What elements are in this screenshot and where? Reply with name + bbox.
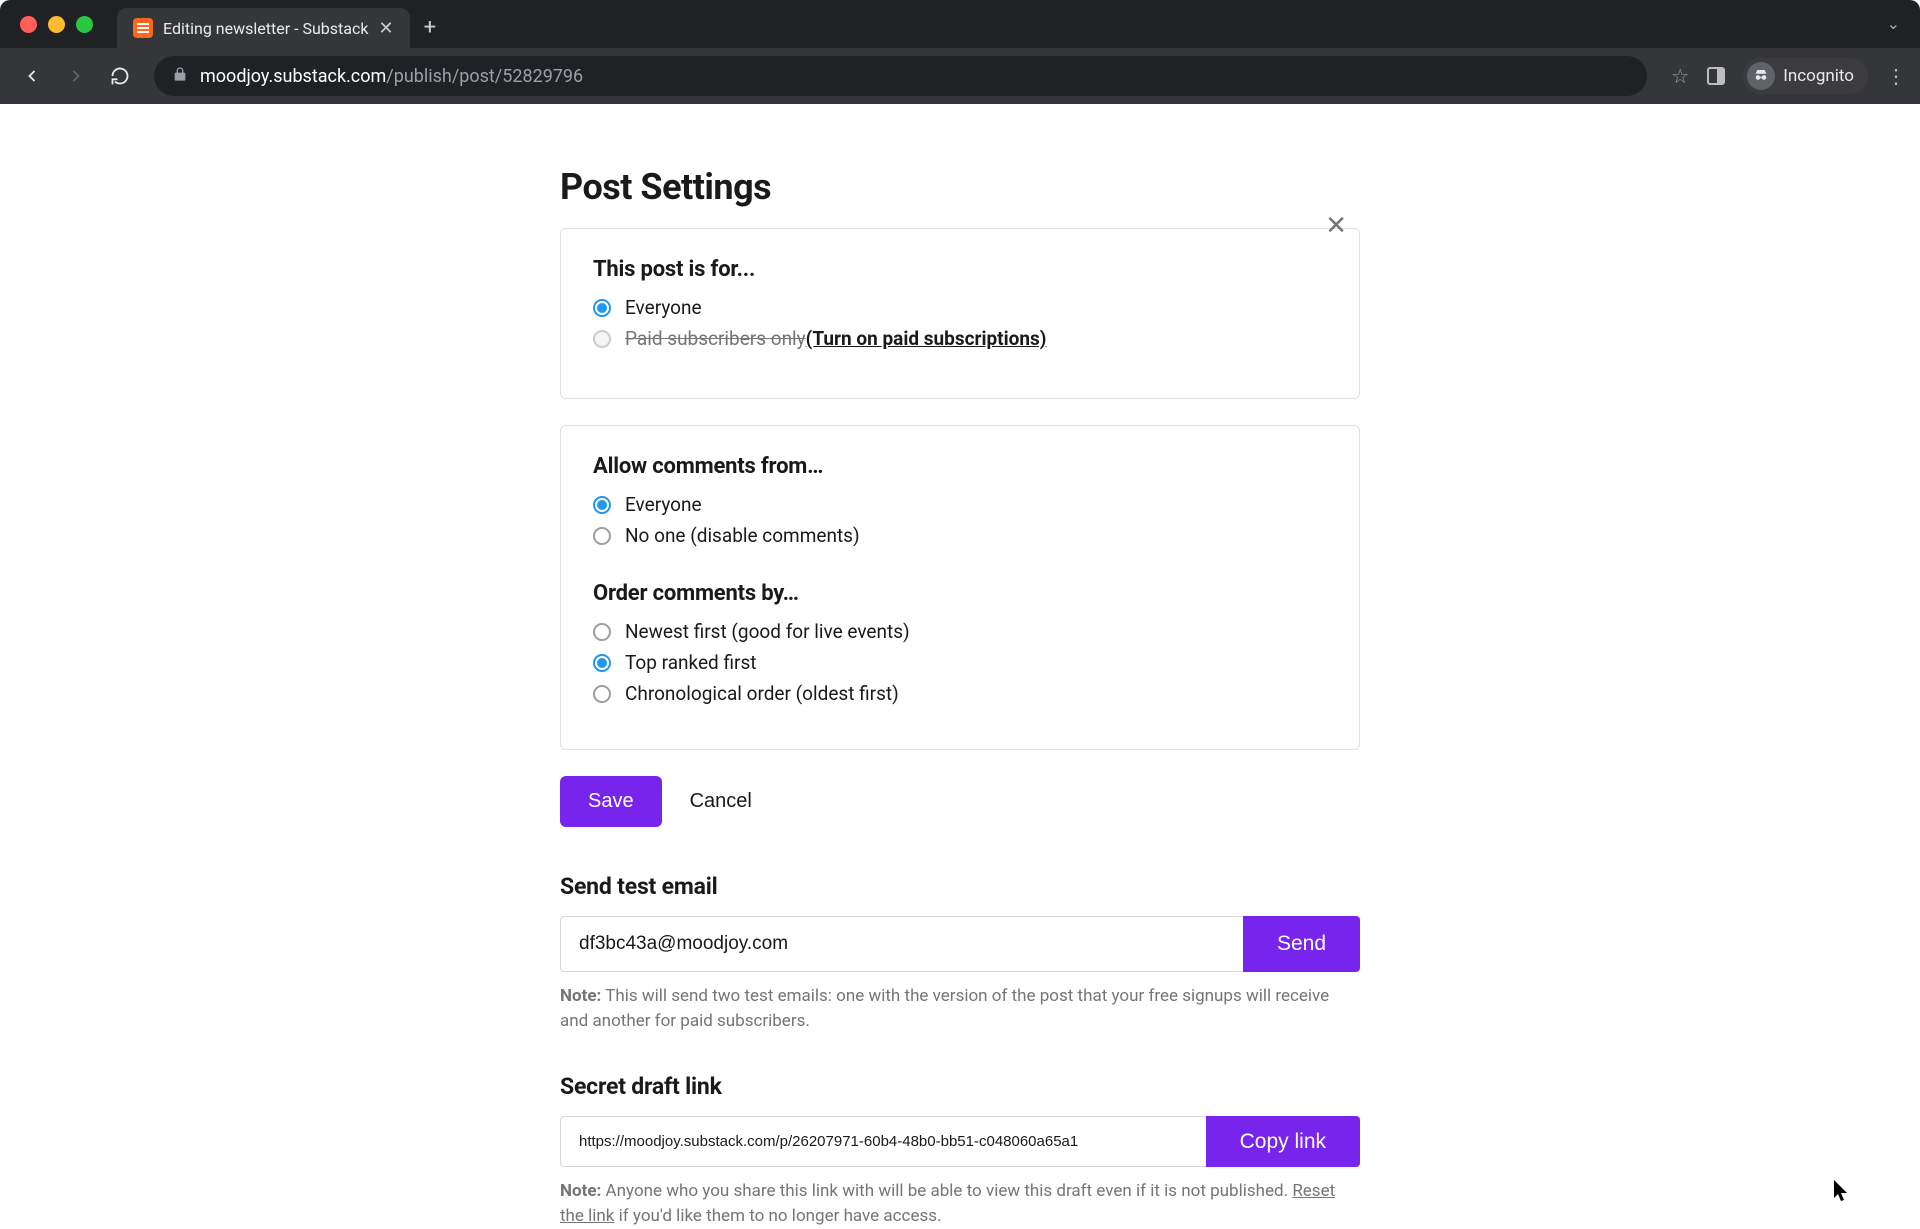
browser-toolbar: moodjoy.substack.com/publish/post/528297… (0, 48, 1920, 104)
secret-link-input[interactable] (560, 1116, 1206, 1167)
page-title: Post Settings (560, 166, 1360, 208)
test-email-row: Send (560, 916, 1360, 972)
side-panel-icon[interactable] (1707, 67, 1725, 85)
order-newest[interactable]: Newest first (good for live events) (593, 620, 1327, 643)
radio-icon (593, 527, 611, 545)
radio-label: No one (disable comments) (625, 524, 860, 547)
tab-strip: Editing newsletter - Substack ✕ + ⌄ (0, 0, 1920, 48)
comments-from-everyone[interactable]: Everyone (593, 493, 1327, 516)
turn-on-paid-link[interactable]: (Turn on paid subscriptions) (806, 327, 1047, 350)
audience-card: ✕ This post is for... Everyone Paid subs… (560, 228, 1360, 399)
radio-icon (593, 623, 611, 641)
radio-label: Chronological order (oldest first) (625, 682, 899, 705)
radio-label-disabled: Paid subscribers only (625, 327, 806, 350)
action-row: Save Cancel (560, 776, 1360, 827)
radio-icon (593, 685, 611, 703)
audience-heading: This post is for... (593, 257, 1327, 282)
lock-icon (172, 66, 188, 86)
incognito-label: Incognito (1783, 66, 1854, 86)
radio-label: Top ranked first (625, 651, 756, 674)
comments-from-heading: Allow comments from… (593, 454, 1327, 479)
page-content: Post Settings ✕ This post is for... Ever… (560, 104, 1360, 1229)
comments-from-noone[interactable]: No one (disable comments) (593, 524, 1327, 547)
radio-label: Everyone (625, 493, 702, 516)
back-button[interactable] (14, 58, 50, 94)
incognito-badge[interactable]: Incognito (1743, 58, 1868, 94)
audience-option-paid[interactable]: Paid subscribers only(Turn on paid subsc… (593, 327, 1327, 350)
radio-label: Newest first (good for live events) (625, 620, 910, 643)
toolbar-right: ☆ Incognito ⋮ (1671, 58, 1906, 94)
order-chrono[interactable]: Chronological order (oldest first) (593, 682, 1327, 705)
tab-close-icon[interactable]: ✕ (378, 18, 393, 39)
radio-icon (593, 299, 611, 317)
secret-link-heading: Secret draft link (560, 1073, 1360, 1100)
forward-button[interactable] (58, 58, 94, 94)
window-close-button[interactable] (20, 16, 37, 33)
radio-icon (593, 330, 611, 348)
close-settings-button[interactable]: ✕ (1325, 213, 1347, 239)
order-by-heading: Order comments by… (593, 581, 1327, 606)
url-text: moodjoy.substack.com/publish/post/528297… (200, 66, 583, 87)
window-minimize-button[interactable] (48, 16, 65, 33)
radio-label: Everyone (625, 296, 702, 319)
window-controls (20, 16, 93, 33)
test-email-note: Note: This will send two test emails: on… (560, 984, 1360, 1033)
new-tab-button[interactable]: + (424, 15, 436, 40)
audience-option-everyone[interactable]: Everyone (593, 296, 1327, 319)
tab-title: Editing newsletter - Substack (163, 19, 368, 38)
browser-tab[interactable]: Editing newsletter - Substack ✕ (117, 8, 410, 48)
browser-chrome: Editing newsletter - Substack ✕ + ⌄ mood… (0, 0, 1920, 104)
radio-icon (593, 654, 611, 672)
comments-card: Allow comments from… Everyone No one (di… (560, 425, 1360, 750)
secret-link-row: Copy link (560, 1116, 1360, 1167)
order-top[interactable]: Top ranked first (593, 651, 1327, 674)
window-zoom-button[interactable] (76, 16, 93, 33)
cancel-button[interactable]: Cancel (686, 776, 756, 827)
test-email-input[interactable] (560, 916, 1243, 972)
send-test-button[interactable]: Send (1243, 916, 1360, 972)
save-button[interactable]: Save (560, 776, 662, 827)
browser-menu-icon[interactable]: ⋮ (1886, 73, 1906, 79)
secret-link-note: Note: Anyone who you share this link wit… (560, 1179, 1360, 1228)
radio-icon (593, 496, 611, 514)
test-email-heading: Send test email (560, 873, 1360, 900)
substack-favicon-icon (133, 18, 153, 38)
reload-button[interactable] (102, 58, 138, 94)
tabs-dropdown-icon[interactable]: ⌄ (1887, 14, 1900, 33)
incognito-icon (1747, 62, 1775, 90)
copy-link-button[interactable]: Copy link (1206, 1116, 1360, 1167)
address-bar[interactable]: moodjoy.substack.com/publish/post/528297… (154, 56, 1647, 96)
bookmark-star-icon[interactable]: ☆ (1671, 64, 1689, 88)
